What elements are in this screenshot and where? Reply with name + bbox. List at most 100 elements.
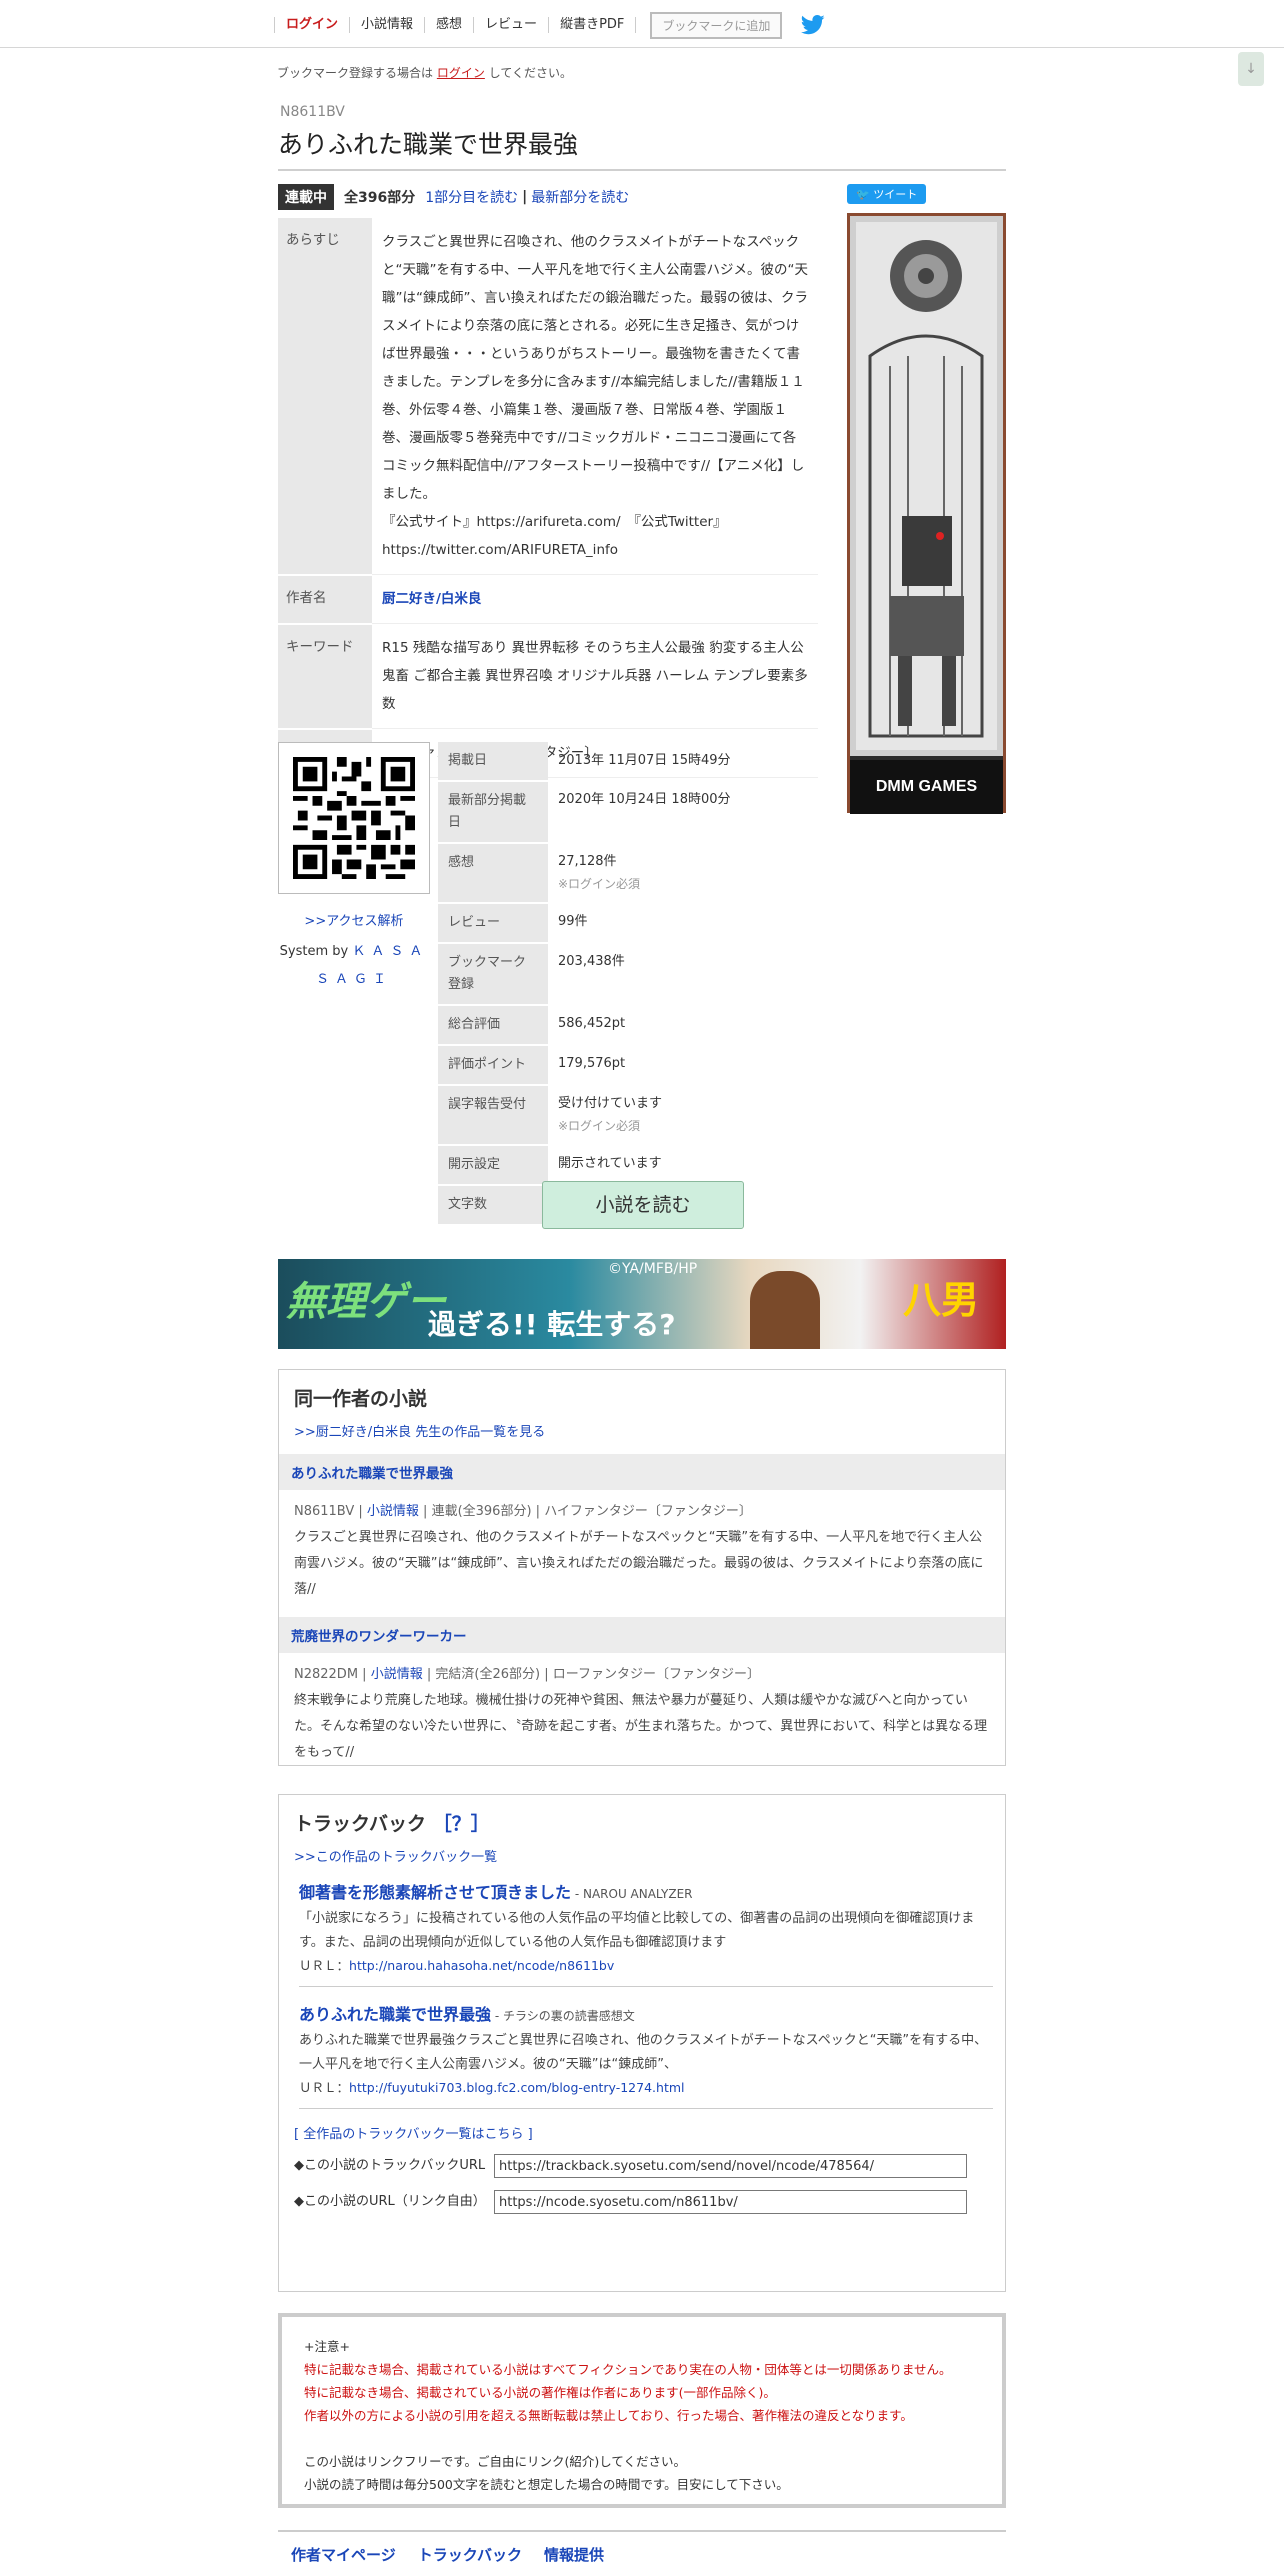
stats-value-cell: 受け付けています ※ログイン必須 <box>548 1085 818 1145</box>
same-author-novel-title[interactable]: ありふれた職業で世界最強 <box>279 1454 1005 1490</box>
footer-author-mypage[interactable]: 作者マイページ <box>291 2544 396 2565</box>
url-label: ＵＲＬ： <box>299 1958 350 1973</box>
qr-code <box>278 742 430 894</box>
read-latest-link[interactable]: 最新部分を読む <box>531 187 629 207</box>
access-analysis-link[interactable]: >>アクセス解析 <box>278 910 430 929</box>
novel-ncode: N8611BV <box>294 1504 355 1519</box>
stats-value-cell: 開示されています <box>548 1145 818 1185</box>
novel-info-link[interactable]: 小説情報 <box>367 1504 419 1519</box>
all-trackbacks-link[interactable]: [ 全作品のトラックバック一覧はこちら ] <box>294 2123 1005 2142</box>
caution-head: +注意+ <box>304 2339 350 2354</box>
tweet-button-label: ツイート <box>873 188 918 201</box>
twitter-bird-icon[interactable] <box>800 15 826 35</box>
author-row: 作者名 厨二好き/白米良 <box>278 574 818 625</box>
stats-value-cell: 2013年 11月07日 15時49分 <box>548 742 818 781</box>
add-bookmark-button[interactable]: ブックマークに追加 <box>650 11 783 39</box>
same-author-novel-title[interactable]: 荒廃世界のワンダーワーカー <box>279 1617 1005 1653</box>
url-label: ＵＲＬ： <box>299 2080 350 2095</box>
novel-genre: ハイファンタジー〔ファンタジー〕 <box>544 1504 752 1519</box>
scroll-down-button[interactable]: ↓ <box>1238 52 1264 86</box>
status-line: 連載中 全396部分 1部分目を読む | 最新部分を読む <box>278 184 629 210</box>
trackback-url-row: ◆この小説のトラックバックURL <box>294 2154 1005 2178</box>
trackback-entry-source: - チラシの裏の読書感想文 <box>491 2009 635 2023</box>
caution-line: 小説の読了時間は毎分500文字を読むと想定した場合の時間です。目安にして下さい。 <box>304 2477 789 2492</box>
novel-ncode: N2822DM <box>294 1667 359 1682</box>
banner-text-3: 八男 <box>903 1278 980 1322</box>
stats-value-cell: 27,128件 ※ログイン必須 <box>548 843 818 903</box>
keywords: R15 残酷な描写あり 異世界転移 そのうち主人公最強 豹変する主人公 鬼畜 ご… <box>372 623 818 729</box>
read-novel-button[interactable]: 小説を読む <box>542 1181 744 1229</box>
stats-label: 最新部分掲載日 <box>438 781 548 844</box>
same-author-section: 同一作者の小説 >>厨二好き/白米良 先生の作品一覧を見る ありふれた職業で世界… <box>278 1369 1006 1766</box>
stats-row: 感想 27,128件 ※ログイン必須 <box>438 843 818 904</box>
trackback-entry-title: 御著書を形態素解析させて頂きました - NAROU ANALYZER <box>299 1879 993 1903</box>
trackback-list-link[interactable]: >>この作品のトラックバック一覧 <box>294 1846 1005 1865</box>
caution-line: 特に記載なき場合、掲載されている小説の著作権は作者にあります(一部作品除く)。 <box>304 2385 776 2400</box>
stats-value: 開示されています <box>558 1156 662 1171</box>
stats-value: 受け付けています <box>558 1096 663 1111</box>
stats-value: 27,128件 <box>558 854 617 869</box>
stats-value: 2013年 11月07日 15時49分 <box>558 753 731 768</box>
author-works-link[interactable]: >>厨二好き/白米良 先生の作品一覧を見る <box>294 1421 1005 1440</box>
novel-status: 完結済(全26部分) <box>435 1667 541 1682</box>
summary-cell: クラスごと異世界に召喚され、他のクラスメイトがチートなスペックと“天職”を有する… <box>372 218 818 575</box>
trackback-entry-url: ＵＲＬ：http://narou.hahasoha.net/ncode/n861… <box>299 1955 993 1974</box>
nav-novel-info[interactable]: 小説情報 <box>350 17 426 33</box>
trackback-url-link[interactable]: http://fuyutuki703.blog.fc2.com/blog-ent… <box>349 2080 684 2095</box>
trackback-entry-link[interactable]: ありふれた職業で世界最強 <box>299 2005 491 2024</box>
qr-code-icon <box>293 757 415 879</box>
footer-trackback[interactable]: トラックバック <box>418 2544 522 2565</box>
nav-impressions[interactable]: 感想 <box>425 17 475 33</box>
novel-info-link[interactable]: 小説情報 <box>371 1667 423 1682</box>
nav-login[interactable]: ログイン <box>274 17 351 33</box>
stats-value: 2020年 10月24日 18時00分 <box>558 792 731 807</box>
stats-label: 掲載日 <box>438 742 548 782</box>
trackback-entry-link[interactable]: 御著書を形態素解析させて頂きました <box>299 1883 571 1902</box>
keyword-row: キーワード R15 残酷な描写あり 異世界転移 そのうち主人公最強 豹変する主人… <box>278 623 818 730</box>
trackback-url-field[interactable] <box>494 2154 967 2178</box>
kasasagi-credit: System by ＫＡＳＡＳＡＧＩ <box>278 938 430 994</box>
novel-url-row: ◆この小説のURL（リンク自由） <box>294 2190 1005 2214</box>
caution-line: この小説はリンクフリーです。ご自由にリンク(紹介)してください。 <box>304 2454 687 2469</box>
stats-label: 誤字報告受付 <box>438 1085 548 1146</box>
stats-label: 総合評価 <box>438 1005 548 1046</box>
trackback-heading-text: トラックバック <box>294 1813 427 1835</box>
stats-label: 開示設定 <box>438 1145 548 1186</box>
stats-value-cell: 586,452pt <box>548 1005 818 1045</box>
trackback-entry-desc: ありふれた職業で世界最強クラスごと異世界に召喚され、他のクラスメイトがチートなス… <box>299 2033 988 2072</box>
banner-text-1: 無理ゲー <box>286 1279 446 1325</box>
stats-label: 評価ポイント <box>438 1045 548 1086</box>
stats-value-cell: 99件 <box>548 903 818 943</box>
caution-line: 作者以外の方による小説の引用を超える無断転載は禁止しており、行った場合、著作権法… <box>304 2408 913 2423</box>
notice-text: ブックマーク登録する場合は <box>277 66 434 80</box>
banner-ad[interactable]: 無理ゲー 過ぎる!! 転生する? ©YA/MFB/HP 八男 <box>278 1259 1006 1349</box>
trackback-entry: 御著書を形態素解析させて頂きました - NAROU ANALYZER 「小説家に… <box>299 1865 993 1987</box>
ad-robot-illustration <box>850 216 1003 756</box>
twitter-bird-icon: 🐦 <box>856 188 870 201</box>
trackback-entry-desc: 「小説家になろう」に投稿されている他の人気作品の平均値と比較しての、御著書の品詞… <box>299 1911 975 1950</box>
trackback-help-link[interactable]: ［？］ <box>433 1813 490 1835</box>
trackback-entry-title: ありふれた職業で世界最強 - チラシの裏の読書感想文 <box>299 2001 993 2025</box>
stats-label: ブックマーク登録 <box>438 943 548 1006</box>
top-bar: ログイン 小説情報 感想 レビュー 縦書きPDF ブックマークに追加 <box>0 0 1284 48</box>
stats-label: レビュー <box>438 903 548 944</box>
read-first-link[interactable]: 1部分目を読む <box>425 187 518 207</box>
novel-title: ありふれた職業で世界最強 <box>278 125 1006 171</box>
dmm-games-ad[interactable]: DMM GAMES <box>847 213 1006 814</box>
trackback-url-link[interactable]: http://narou.hahasoha.net/ncode/n8611bv <box>349 1958 614 1973</box>
stats-row: 掲載日 2013年 11月07日 15時49分 <box>438 742 818 782</box>
author-link[interactable]: 厨二好き/白米良 <box>372 574 818 624</box>
nav-review[interactable]: レビュー <box>474 17 550 33</box>
footer-info-report[interactable]: 情報提供 <box>544 2544 604 2565</box>
same-author-novel-meta: N8611BV | 小説情報 | 連載(全396部分) | ハイファンタジー〔フ… <box>294 1504 752 1519</box>
nav-vertical-pdf[interactable]: 縦書きPDF <box>549 17 637 33</box>
novel-url-field[interactable] <box>494 2190 967 2214</box>
tweet-button[interactable]: 🐦 ツイート <box>847 184 927 204</box>
notice-login-link[interactable]: ログイン <box>437 66 485 80</box>
stats-note: ※ログイン必須 <box>558 877 641 891</box>
stats-row: 評価ポイント 179,576pt <box>438 1045 818 1086</box>
stats-note: ※ログイン必須 <box>558 1119 641 1133</box>
stats-row: 開示設定 開示されています <box>438 1145 818 1186</box>
stats-table: 掲載日 2013年 11月07日 15時49分 最新部分掲載日 2020年 10月24… <box>438 742 818 1226</box>
keyword-label: キーワード <box>278 623 372 730</box>
